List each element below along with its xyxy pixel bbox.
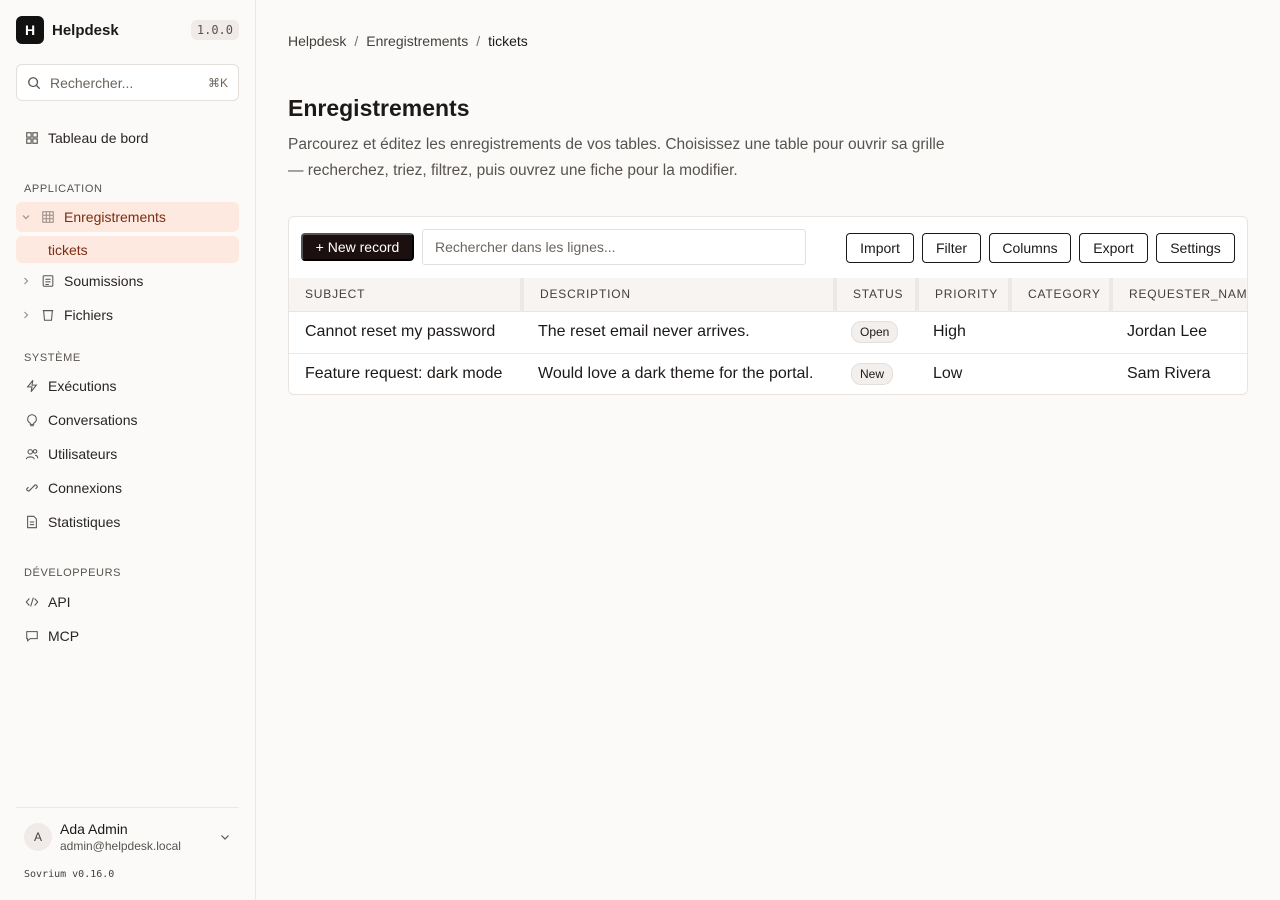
breadcrumb-separator: / [354, 33, 359, 49]
form-icon [40, 273, 56, 289]
section-application: APPLICATION [24, 183, 103, 195]
user-menu[interactable]: A Ada Admin admin@helpdesk.local [16, 807, 239, 865]
table-header-row: SUBJECT DESCRIPTION STATUS PRIORITY CATE… [289, 278, 1247, 312]
sidebar-item-statistics[interactable]: Statistiques [16, 507, 239, 537]
sidebar-item-label: tickets [48, 241, 88, 258]
cell-status[interactable]: New [835, 353, 917, 394]
users-icon [24, 446, 40, 462]
table-row[interactable]: Cannot reset my password The reset email… [289, 311, 1247, 354]
import-button[interactable]: Import [846, 233, 914, 263]
export-button[interactable]: Export [1079, 233, 1148, 263]
grid-toolbar: + New record Rechercher dans les lignes.… [301, 229, 1235, 265]
section-developers: DÉVELOPPEURS [24, 567, 122, 579]
bucket-icon [40, 307, 56, 323]
user-name: Ada Admin [60, 820, 128, 837]
page-title: Enregistrements [288, 95, 470, 121]
column-header-status[interactable]: STATUS [835, 278, 919, 312]
sidebar-item-users[interactable]: Utilisateurs [16, 439, 239, 469]
sidebar-item-connections[interactable]: Connexions [16, 473, 239, 503]
column-header-description[interactable]: DESCRIPTION [522, 278, 837, 312]
document-icon [24, 514, 40, 530]
product-version: Sovrium v0.16.0 [24, 869, 115, 880]
sidebar-item-label: Tableau de bord [48, 130, 149, 146]
link-icon [24, 480, 40, 496]
cell-status[interactable]: Open [835, 311, 917, 354]
cell-requester[interactable]: Jordan Lee [1111, 311, 1247, 354]
sidebar-item-label: API [48, 594, 71, 610]
page-description: Parcourez et éditez les enregistrements … [288, 136, 945, 179]
user-email: admin@helpdesk.local [60, 838, 181, 853]
breadcrumb-current: tickets [488, 33, 528, 49]
columns-button[interactable]: Columns [989, 233, 1071, 263]
sidebar-item-label: Connexions [48, 480, 122, 496]
chevron-right-icon [21, 310, 31, 320]
sidebar-search[interactable]: Rechercher... ⌘K [16, 64, 239, 101]
code-icon [24, 594, 40, 610]
column-header-priority[interactable]: PRIORITY [917, 278, 1012, 312]
cell-description[interactable]: Would love a dark theme for the portal. [522, 353, 835, 394]
sidebar-item-label: Soumissions [64, 273, 144, 289]
column-header-subject[interactable]: SUBJECT [289, 278, 524, 312]
bot-icon [24, 412, 40, 428]
filter-button[interactable]: Filter [922, 233, 981, 263]
sidebar: H Helpdesk 1.0.0 Rechercher... ⌘K Tablea… [0, 0, 256, 900]
chevron-down-icon [221, 834, 229, 840]
sidebar-item-label: Exécutions [48, 378, 117, 394]
app-version-badge: 1.0.0 [190, 20, 239, 40]
records-table: SUBJECT DESCRIPTION STATUS PRIORITY CATE… [289, 278, 1247, 394]
search-icon [28, 76, 41, 89]
sidebar-item-mcp[interactable]: MCP [16, 621, 239, 651]
table-row[interactable]: Feature request: dark mode Would love a … [289, 353, 1247, 394]
app-brand[interactable]: H Helpdesk 1.0.0 [16, 16, 239, 44]
sidebar-item-label: Statistiques [48, 514, 121, 530]
sidebar-item-label: MCP [48, 628, 80, 644]
avatar: A [24, 822, 52, 851]
table-icon [40, 209, 56, 225]
cell-category[interactable] [1010, 311, 1111, 354]
user-info: Ada Admin admin@helpdesk.local [60, 821, 181, 853]
records-grid: + New record Rechercher dans les lignes.… [288, 216, 1248, 395]
new-record-button[interactable]: + New record [301, 233, 414, 261]
column-header-requester[interactable]: REQUESTER_NAME [1111, 278, 1247, 312]
chevron-right-icon [21, 276, 31, 286]
search-shortcut: ⌘K [207, 75, 228, 90]
sidebar-item-label: Utilisateurs [48, 446, 118, 462]
app-name: Helpdesk [52, 21, 119, 39]
app-logo: H [16, 16, 44, 44]
chevron-down-icon [21, 212, 31, 222]
sidebar-item-api[interactable]: API [16, 587, 239, 617]
cell-category[interactable] [1010, 353, 1111, 394]
cell-subject[interactable]: Cannot reset my password [289, 311, 522, 354]
sidebar-item-conversations[interactable]: Conversations [16, 405, 239, 435]
section-system: SYSTÈME [24, 352, 81, 364]
settings-button[interactable]: Settings [1156, 233, 1235, 263]
cell-description[interactable]: The reset email never arrives. [522, 311, 835, 354]
sidebar-item-label: Enregistrements [64, 209, 166, 225]
sidebar-item-label: Conversations [48, 412, 138, 428]
sidebar-item-executions[interactable]: Exécutions [16, 371, 239, 401]
lightning-icon [24, 378, 40, 394]
sidebar-item-dashboard[interactable]: Tableau de bord [16, 123, 239, 153]
search-placeholder: Rechercher... [50, 74, 134, 91]
sidebar-item-files[interactable]: Fichiers [16, 300, 239, 330]
status-badge: Open [851, 321, 899, 343]
breadcrumb-separator: / [476, 33, 481, 49]
column-header-category[interactable]: CATEGORY [1010, 278, 1113, 312]
status-badge: New [851, 363, 894, 385]
breadcrumb-root[interactable]: Helpdesk [288, 33, 346, 49]
sidebar-item-records[interactable]: Enregistrements [16, 202, 239, 232]
breadcrumb: Helpdesk / Enregistrements / tickets [288, 33, 528, 49]
sidebar-item-tickets[interactable]: tickets [16, 236, 239, 263]
cell-priority[interactable]: Low [917, 353, 1010, 394]
breadcrumb-section[interactable]: Enregistrements [366, 33, 468, 49]
cell-priority[interactable]: High [917, 311, 1010, 354]
cell-subject[interactable]: Feature request: dark mode [289, 353, 522, 394]
row-search-input[interactable]: Rechercher dans les lignes... [422, 229, 806, 265]
cell-requester[interactable]: Sam Rivera [1111, 353, 1247, 394]
sidebar-item-submissions[interactable]: Soumissions [16, 266, 239, 296]
sidebar-item-label: Fichiers [64, 307, 114, 323]
chat-icon [24, 628, 40, 644]
grid-icon [24, 130, 40, 146]
